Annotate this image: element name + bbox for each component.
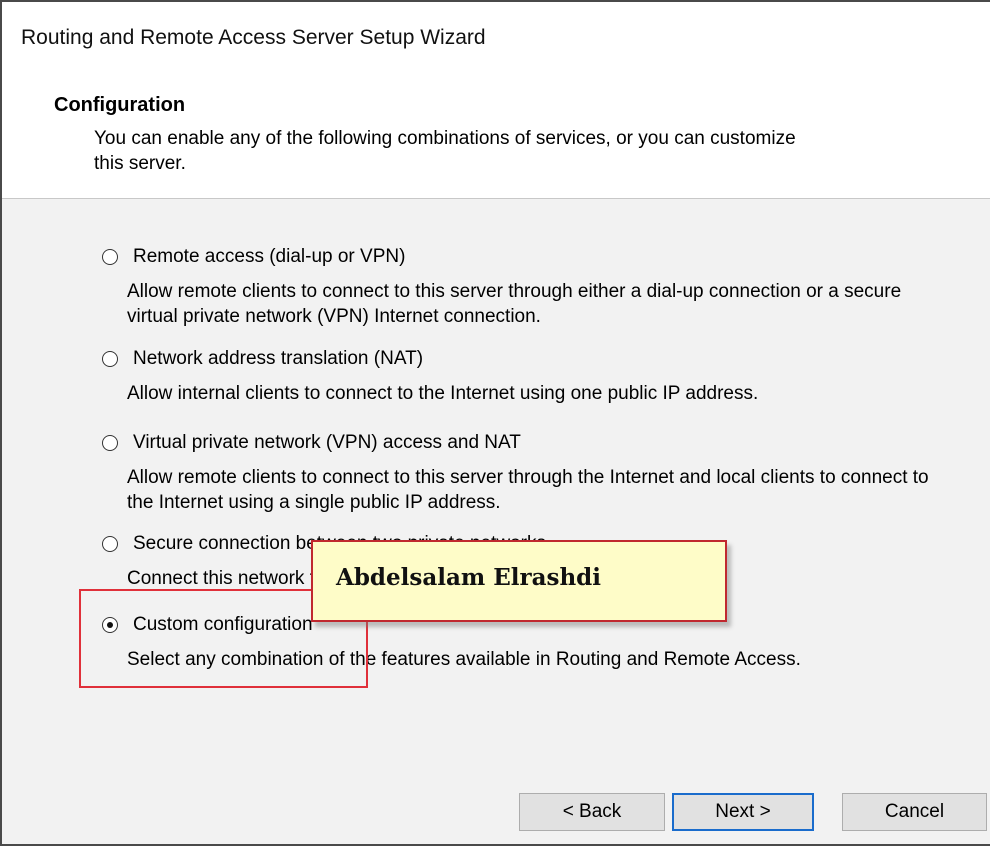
page-description: You can enable any of the following comb…: [94, 128, 796, 174]
radio-button[interactable]: [102, 249, 118, 265]
back-button[interactable]: < Back: [519, 793, 665, 831]
option-label[interactable]: Virtual private network (VPN) access and…: [133, 432, 521, 454]
radio-button[interactable]: [102, 435, 118, 451]
cancel-button[interactable]: Cancel: [842, 793, 987, 831]
window-title: Routing and Remote Access Server Setup W…: [21, 26, 486, 49]
page-heading: Configuration: [54, 94, 186, 116]
radio-button[interactable]: [102, 536, 118, 552]
option-description: Allow internal clients to connect to the…: [127, 383, 759, 404]
watermark-label: Abdelsalam Elrashdi: [311, 540, 727, 622]
wizard-window: Routing and Remote Access Server Setup W…: [0, 0, 990, 846]
radio-button[interactable]: [102, 351, 118, 367]
option-description: Allow remote clients to connect to this …: [127, 281, 902, 327]
option-label[interactable]: Remote access (dial-up or VPN): [133, 246, 405, 268]
wizard-header: Routing and Remote Access Server Setup W…: [2, 2, 990, 199]
option-description: Allow remote clients to connect to this …: [127, 467, 929, 513]
option-label[interactable]: Network address translation (NAT): [133, 348, 423, 370]
next-button[interactable]: Next >: [672, 793, 814, 831]
